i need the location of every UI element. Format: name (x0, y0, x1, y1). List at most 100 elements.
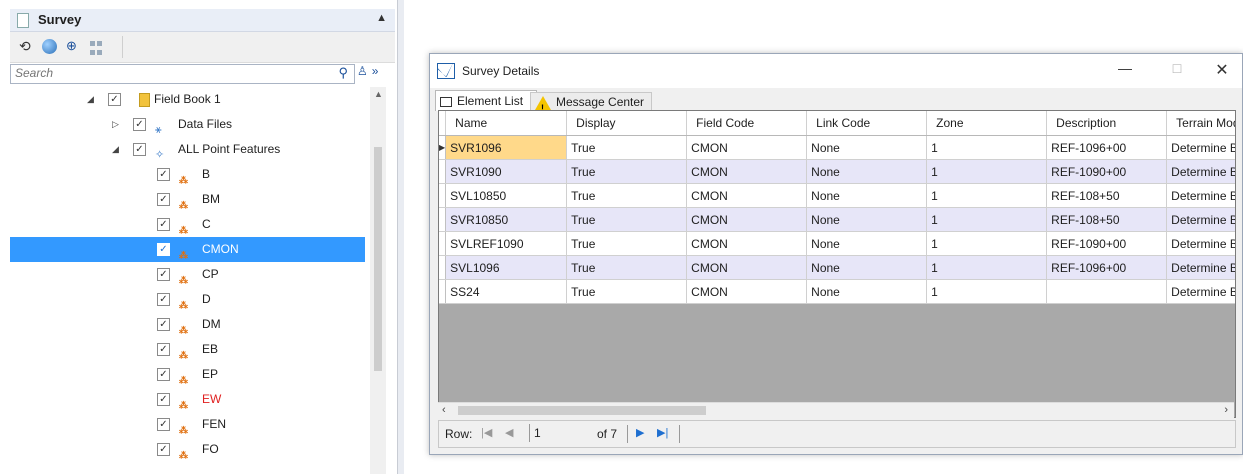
table-cell[interactable]: None (806, 135, 928, 160)
table-row[interactable]: SVL1096 True CMON None 1 REF-1096+00 Determine… (439, 255, 1235, 280)
close-button[interactable]: ✕ (1207, 60, 1237, 80)
checkbox[interactable]: ✓ (157, 393, 170, 406)
table-cell[interactable] (1046, 279, 1168, 304)
collapse-icon[interactable]: ▲ (376, 12, 387, 24)
tree-item[interactable]: ✓ ⁂ D (10, 287, 365, 312)
column-header[interactable]: Field Code (686, 111, 808, 136)
table-cell[interactable]: REF-1096+00 (1046, 135, 1168, 160)
scroll-up-icon[interactable]: ▲ (374, 89, 383, 99)
table-cell[interactable]: Determine By Fe... (1166, 183, 1235, 208)
current-row-field[interactable]: 1 (529, 424, 594, 442)
table-row[interactable]: SVR10850 True CMON None 1 REF-108+50 Determine… (439, 207, 1235, 232)
checkbox[interactable]: ✓ (157, 193, 170, 206)
table-cell[interactable]: True (566, 231, 688, 256)
column-header[interactable]: Display (566, 111, 688, 136)
table-cell[interactable]: SVL10850 (445, 183, 568, 208)
minimize-button[interactable]: — (1110, 60, 1140, 76)
table-cell[interactable]: REF-1090+00 (1046, 231, 1168, 256)
checkbox[interactable]: ✓ (157, 243, 170, 256)
tree-item[interactable]: ✓ ⁂ BM (10, 187, 365, 212)
table-cell[interactable]: Determine By Fe... (1166, 231, 1235, 256)
table-cell[interactable]: 1 (926, 279, 1048, 304)
table-cell[interactable]: Determine By Fe... (1166, 207, 1235, 232)
refresh-icon[interactable]: ⟲ (19, 38, 35, 54)
expand-icon[interactable]: ▷ (112, 112, 119, 137)
tree-item[interactable]: ✓ ⁂ B (10, 162, 365, 187)
table-row[interactable]: SVL10850 True CMON None 1 REF-108+50 Determine… (439, 183, 1235, 208)
table-cell[interactable]: None (806, 255, 928, 280)
table-cell[interactable]: 1 (926, 135, 1048, 160)
table-cell[interactable]: CMON (686, 159, 808, 184)
column-header[interactable]: Zone (926, 111, 1048, 136)
collapse-icon[interactable]: ◢ (87, 87, 94, 112)
checkbox[interactable]: ✓ (157, 218, 170, 231)
tree-item[interactable]: ✓ ⁂ C (10, 212, 365, 237)
checkbox[interactable]: ✓ (108, 93, 121, 106)
first-record-icon[interactable]: |◀ (481, 426, 492, 439)
table-cell[interactable]: CMON (686, 279, 808, 304)
globe-icon[interactable] (42, 39, 57, 54)
maximize-button[interactable]: ☐ (1162, 62, 1192, 76)
tree-item[interactable]: ▷ ✓ ⚹ Data Files (10, 112, 365, 137)
collapse-icon[interactable]: ◢ (112, 137, 119, 162)
tab-element-list[interactable]: Element List (435, 90, 537, 111)
checkbox[interactable]: ✓ (157, 168, 170, 181)
checkbox[interactable]: ✓ (157, 418, 170, 431)
tree-item[interactable]: ✓ ⁂ EB (10, 337, 365, 362)
table-cell[interactable]: SVR10850 (445, 207, 568, 232)
search-input[interactable] (11, 65, 319, 81)
next-record-icon[interactable]: ▶ (636, 426, 644, 439)
table-row[interactable]: SVR1090 True CMON None 1 REF-1090+00 Determine… (439, 159, 1235, 184)
tree-item[interactable]: ✓ ⁂ CMON (10, 237, 365, 262)
table-cell[interactable]: True (566, 183, 688, 208)
table-cell[interactable]: 1 (926, 231, 1048, 256)
table-cell[interactable]: 1 (926, 159, 1048, 184)
panel-splitter[interactable] (397, 0, 404, 474)
scroll-right-icon[interactable]: › (1224, 404, 1228, 416)
scroll-left-icon[interactable]: ‹ (442, 404, 446, 416)
scrollbar-thumb[interactable] (458, 406, 706, 415)
checkbox[interactable]: ✓ (157, 318, 170, 331)
table-cell[interactable]: SS24 (445, 279, 568, 304)
previous-record-icon[interactable]: ◀ (505, 426, 513, 439)
last-record-icon[interactable]: ▶| (657, 426, 668, 439)
table-cell[interactable]: 1 (926, 255, 1048, 280)
row-header[interactable]: ▶ (439, 135, 447, 160)
tree-item[interactable]: ✓ ⁂ EP (10, 362, 365, 387)
table-cell[interactable]: Determine By Fe... (1166, 135, 1235, 160)
table-cell[interactable]: True (566, 159, 688, 184)
checkbox[interactable]: ✓ (133, 118, 146, 131)
tree-item[interactable]: ✓ ⁂ FO (10, 437, 365, 462)
row-header[interactable] (439, 231, 447, 256)
row-header[interactable] (439, 159, 447, 184)
grid-horizontal-scrollbar[interactable]: ‹ › (438, 402, 1234, 419)
table-cell[interactable]: True (566, 279, 688, 304)
checkbox[interactable]: ✓ (157, 293, 170, 306)
table-cell[interactable]: True (566, 207, 688, 232)
row-header[interactable] (439, 207, 447, 232)
checkbox[interactable]: ✓ (157, 343, 170, 356)
user-search-icon[interactable]: ♙ (357, 64, 368, 78)
search-icon[interactable]: ⚲ (338, 65, 348, 81)
row-header[interactable] (439, 279, 447, 304)
table-cell[interactable]: True (566, 255, 688, 280)
table-cell[interactable]: None (806, 207, 928, 232)
table-cell[interactable]: None (806, 231, 928, 256)
table-row[interactable]: SS24TrueCMONNone1Determine By Fe...P (439, 279, 1235, 304)
table-cell[interactable]: SVLREF1090 (445, 231, 568, 256)
table-cell[interactable]: REF-1096+00 (1046, 255, 1168, 280)
tree-item[interactable]: ✓ ⁂ FEN (10, 412, 365, 437)
row-header[interactable] (439, 255, 447, 280)
table-cell[interactable]: REF-108+50 (1046, 183, 1168, 208)
column-header[interactable]: Name (445, 111, 568, 136)
checkbox[interactable]: ✓ (157, 443, 170, 456)
table-cell[interactable]: None (806, 159, 928, 184)
column-header[interactable]: Terrain Model At... (1166, 111, 1235, 136)
table-cell[interactable]: True (566, 135, 688, 160)
tree-item[interactable]: ◢ ✓ ✧ ALL Point Features (10, 137, 365, 162)
table-cell[interactable]: Determine By Fe... (1166, 159, 1235, 184)
table-row[interactable]: ▶ SVR1096 True CMON None 1 REF-1096+00 Determin… (439, 135, 1235, 160)
scrollbar-thumb[interactable] (374, 147, 382, 371)
table-cell[interactable]: REF-108+50 (1046, 207, 1168, 232)
table-cell[interactable]: 1 (926, 183, 1048, 208)
